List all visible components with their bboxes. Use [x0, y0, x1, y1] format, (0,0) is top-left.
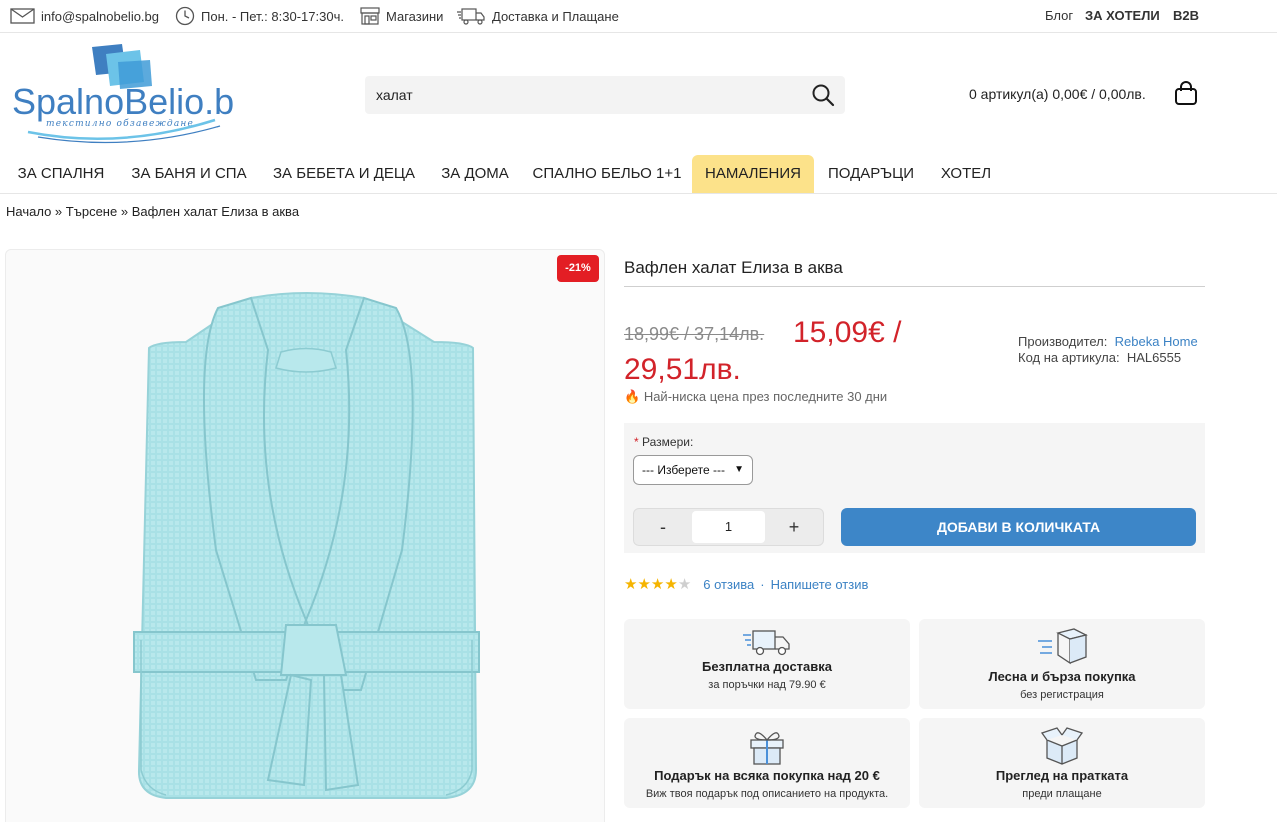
- email-text: info@spalnobelio.bg: [41, 8, 160, 24]
- lowest-price-note: 🔥 Най-ниска цена през последните 30 дни: [624, 389, 887, 405]
- logo-text: SpalnoBelio.bg: [12, 81, 235, 122]
- nav-item-hotel[interactable]: ХОТЕЛ: [932, 155, 1000, 193]
- search-icon[interactable]: [811, 83, 835, 107]
- nav-item-babies-kids[interactable]: ЗА БЕБЕТА И ДЕЦА: [264, 155, 424, 193]
- reviews-link[interactable]: 6 отзива: [703, 577, 754, 592]
- new-price-line1: 15,09€ /: [793, 316, 902, 349]
- star-rating: ★★★★★: [624, 575, 691, 593]
- size-label: * Размери:: [634, 435, 693, 449]
- email-link[interactable]: info@spalnobelio.bg: [10, 6, 159, 26]
- lowest-price-text: Най-ниска цена през последните 30 дни: [643, 389, 888, 404]
- write-review-link[interactable]: Напишете отзив: [771, 577, 869, 592]
- product-title: Вафлен халат Елиза в аква: [624, 258, 843, 277]
- hours-info: Пон. - Пет.: 8:30-17:30ч.: [175, 6, 344, 26]
- hotels-link[interactable]: ЗА ХОТЕЛИ: [1085, 8, 1160, 23]
- nav-item-gifts[interactable]: ПОДАРЪЦИ: [820, 155, 922, 193]
- blog-link[interactable]: Блог: [1045, 8, 1073, 23]
- nav-item-bedding-1plus1[interactable]: СПАЛНО БЕЛЬО 1+1: [527, 155, 687, 193]
- feature-gift: Подарък на всяка покупка над 20 € Виж тв…: [624, 718, 910, 808]
- breadcrumb-current: Вафлен халат Елиза в аква: [131, 204, 300, 219]
- star-icon: ★: [650, 576, 665, 593]
- feature-title: Подарък на всяка покупка над 20 €: [654, 768, 880, 783]
- fast-box-icon: [1038, 628, 1088, 665]
- product-meta: Производител: Rebeka Home Код на артикул…: [1018, 334, 1198, 366]
- store-icon: [360, 7, 380, 25]
- gift-icon: [750, 732, 784, 765]
- clock-icon: [175, 6, 195, 26]
- star-icon: ★: [624, 576, 638, 593]
- nav-item-sales[interactable]: НАМАЛЕНИЯ: [692, 155, 814, 193]
- breadcrumb: Начало » Търсене » Вафлен халат Елиза в …: [6, 204, 299, 219]
- manufacturer-link[interactable]: Rebeka Home: [1115, 334, 1198, 349]
- sku-label: Код на артикула:: [1018, 350, 1120, 365]
- title-divider: [624, 286, 1205, 287]
- quantity-decrease-button[interactable]: -: [634, 509, 692, 545]
- delivery-truck-icon: [457, 8, 485, 25]
- new-price: 15,09€ / 29,51лв.: [624, 314, 944, 388]
- truck-icon: [743, 630, 790, 656]
- product-image[interactable]: [5, 249, 605, 822]
- quantity-increase-button[interactable]: +: [765, 509, 823, 545]
- star-icon: ★: [664, 576, 678, 593]
- rating-separator: ·: [760, 576, 765, 592]
- quantity-stepper: - 1 +: [633, 508, 824, 546]
- feature-subtitle: без регистрация: [1020, 689, 1104, 701]
- nav-item-home[interactable]: ЗА ДОМА: [432, 155, 518, 193]
- star-empty-icon: ★: [677, 576, 692, 593]
- nav-item-bedroom[interactable]: ЗА СПАЛНЯ: [6, 155, 116, 193]
- main-nav: ЗА СПАЛНЯ ЗА БАНЯ И СПА ЗА БЕБЕТА И ДЕЦА…: [0, 155, 1277, 194]
- delivery-text: Доставка и Плащане: [492, 8, 619, 24]
- chevron-down-icon: ▼: [734, 464, 744, 475]
- size-select[interactable]: --- Изберете --- ▼: [633, 455, 753, 485]
- feature-subtitle: преди плащане: [1022, 788, 1102, 800]
- size-label-text: Размери:: [642, 435, 694, 449]
- delivery-link[interactable]: Доставка и Плащане: [456, 6, 619, 26]
- shopping-bag-icon[interactable]: [1174, 81, 1198, 106]
- add-to-cart-button[interactable]: ДОБАВИ В КОЛИЧКАТА: [841, 508, 1196, 546]
- site-logo[interactable]: SpalnoBelio.bg текстилно обзавеждане: [10, 42, 254, 147]
- feature-subtitle: за поръчки над 79.90 €: [708, 679, 826, 691]
- b2b-link[interactable]: B2B: [1173, 8, 1199, 23]
- search-input[interactable]: халат: [365, 76, 845, 114]
- open-box-icon: [1041, 727, 1083, 765]
- logo-graphic: SpalnoBelio.bg текстилно обзавеждане: [12, 44, 254, 144]
- feature-subtitle: Виж твоя подарък под описанието на проду…: [645, 788, 889, 800]
- rating-row: ★★★★★ 6 отзива · Напишете отзив: [624, 575, 868, 593]
- cart-summary[interactable]: 0 артикул(а) 0,00€ / 0,00лв.: [969, 86, 1146, 102]
- breadcrumb-search[interactable]: Търсене: [66, 204, 117, 219]
- fire-icon: 🔥: [624, 389, 641, 404]
- star-icon: ★: [637, 576, 651, 593]
- sku-value: HAL6555: [1126, 350, 1182, 365]
- hours-text: Пон. - Пет.: 8:30-17:30ч.: [201, 8, 344, 24]
- product-options: * Размери: --- Изберете --- ▼ - 1 + ДОБА…: [624, 423, 1205, 553]
- breadcrumb-separator: »: [54, 204, 63, 219]
- feature-free-delivery: Безплатна доставка за поръчки над 79.90 …: [624, 619, 910, 709]
- feature-easy-purchase: Лесна и бърза покупка без регистрация: [919, 619, 1205, 709]
- required-marker: *: [634, 435, 639, 449]
- manufacturer-label: Производител:: [1018, 334, 1108, 349]
- quantity-input[interactable]: 1: [692, 511, 765, 543]
- breadcrumb-home[interactable]: Начало: [6, 204, 51, 219]
- new-price-line2: 29,51лв.: [624, 353, 741, 386]
- discount-badge: -21%: [557, 255, 599, 282]
- breadcrumb-separator: »: [120, 204, 129, 219]
- top-bar: info@spalnobelio.bg Пон. - Пет.: 8:30-17…: [0, 0, 1277, 33]
- stores-link[interactable]: Магазини: [360, 6, 443, 26]
- search-value: халат: [376, 87, 413, 103]
- envelope-icon: [10, 8, 35, 24]
- logo-tagline: текстилно обзавеждане: [46, 118, 194, 129]
- feature-inspect-parcel: Преглед на пратката преди плащане: [919, 718, 1205, 808]
- feature-title: Преглед на пратката: [995, 768, 1129, 783]
- stores-text: Магазини: [386, 8, 444, 24]
- feature-title: Безплатна доставка: [701, 659, 832, 674]
- nav-item-bath-spa[interactable]: ЗА БАНЯ И СПА: [123, 155, 255, 193]
- size-select-value: --- Изберете ---: [642, 463, 726, 477]
- feature-title: Лесна и бърза покупка: [988, 669, 1136, 684]
- bathrobe-image: [133, 292, 480, 799]
